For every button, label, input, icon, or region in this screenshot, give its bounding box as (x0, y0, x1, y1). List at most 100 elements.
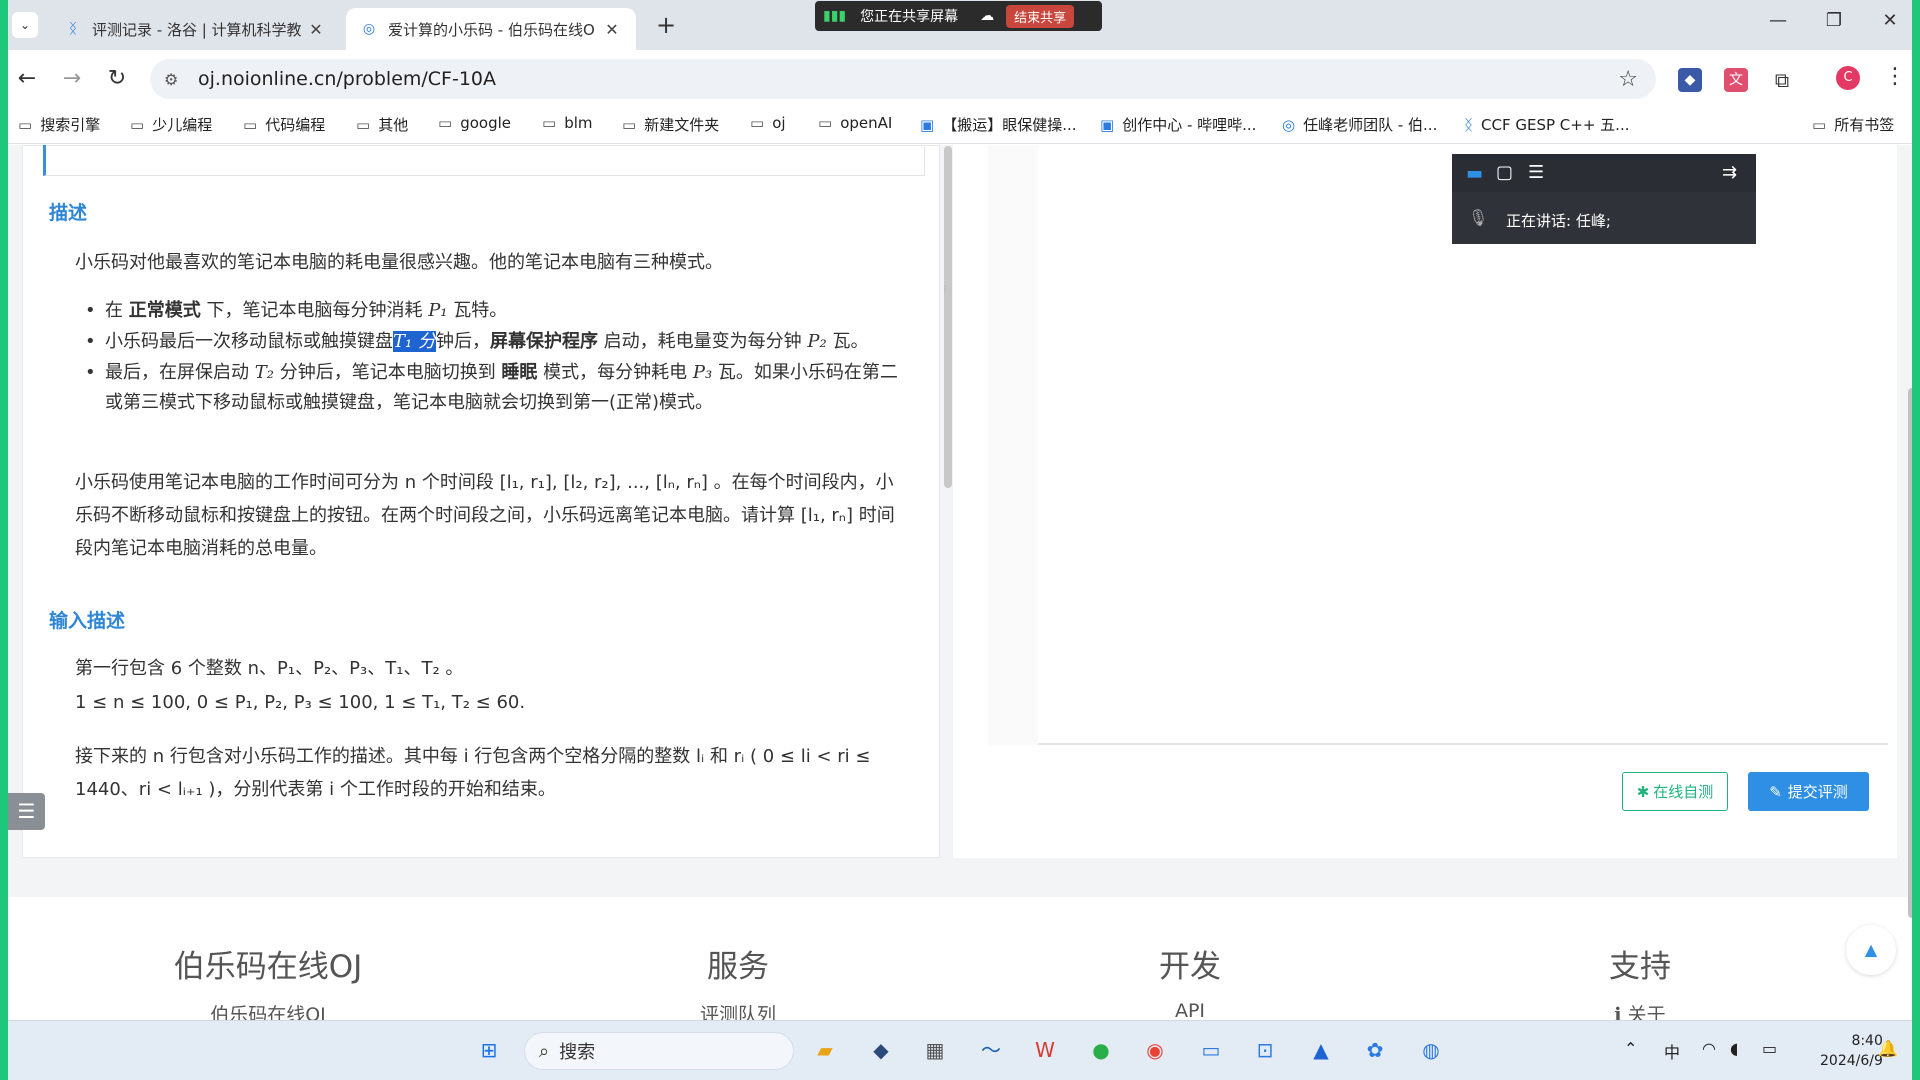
bookmark-link[interactable]: ▣ 【搬运】眼保健操... (920, 114, 1077, 135)
back-to-top-icon[interactable]: ▲ (1846, 925, 1896, 975)
folder-icon: ▭ (542, 114, 557, 132)
windows-start-icon[interactable]: ⊞ (472, 1033, 506, 1067)
bilibili-icon: ▣ (1100, 115, 1115, 134)
bookmark-folder[interactable]: ▭ oj (750, 114, 786, 132)
footer-link[interactable]: API (1080, 1000, 1300, 1020)
chevron-up-icon[interactable]: ⌃ (1624, 1039, 1637, 1058)
footer-column: 开发 API (1080, 941, 1300, 1020)
wps-icon[interactable]: W (1028, 1033, 1062, 1067)
bookmark-folder[interactable]: ▭ 少儿编程 (130, 114, 212, 135)
tab-noionline[interactable]: ◎ 爱计算的小乐码 - 伯乐码在线O ✕ (346, 8, 636, 50)
tab-strip: ⌄ ᛝ 评测记录 - 洛谷 | 计算机科学教 ✕ ◎ 爱计算的小乐码 - 伯乐码… (0, 0, 1920, 50)
input-line-1: 第一行包含 6 个整数 n、P₁、P₂、P₃、T₁、T₂ 。 (75, 658, 464, 679)
window-icon[interactable]: ▢ (1496, 162, 1513, 183)
bookmark-folder[interactable]: ▭ blm (542, 114, 593, 132)
extension-icon[interactable]: ◆ (1678, 68, 1702, 92)
bookmark-link[interactable]: ◎ 任峰老师团队 - 伯... (1282, 114, 1437, 135)
url-text: oj.noionline.cn/problem/CF-10A (198, 68, 497, 90)
notification-bell-icon[interactable]: 🔔 (1878, 1039, 1898, 1058)
browser-toolbar: ← → ↻ ⚙ oj.noionline.cn/problem/CF-10A ☆… (0, 50, 1920, 108)
chrome-icon[interactable]: ◉ (1138, 1033, 1172, 1067)
split-drag-handle[interactable]: ⁞ (943, 284, 951, 333)
close-tab-icon[interactable]: ✕ (306, 20, 326, 39)
folder-icon: ▭ (243, 115, 258, 134)
bookmark-star-icon[interactable]: ☆ (1618, 67, 1638, 92)
taskbar-clock[interactable]: 8:40 2024/6/9 (1820, 1031, 1883, 1071)
app-icon[interactable]: ◍ (1414, 1033, 1448, 1067)
meeting-overlay: ▬ ▢ ☰ ⇉ 🎙 正在讲话: 任峰; (1452, 154, 1756, 244)
volume-icon[interactable]: ◖ (1730, 1039, 1738, 1058)
close-tab-icon[interactable]: ✕ (602, 20, 622, 39)
app-icon[interactable]: ⊡ (1248, 1033, 1282, 1067)
footer-link[interactable]: ℹ 关于 (1530, 1000, 1750, 1020)
file-explorer-icon[interactable]: ▰ (808, 1033, 842, 1067)
minimize-meeting-icon[interactable]: ▬ (1466, 163, 1483, 184)
footer-link[interactable]: 伯乐码在线OJ (158, 1000, 378, 1020)
bookmark-folder[interactable]: ▭ google (438, 114, 511, 132)
battery-icon[interactable]: ▭ (1762, 1039, 1777, 1058)
app-icon[interactable]: 〜 (974, 1033, 1008, 1067)
stop-share-button[interactable]: 结束共享 (1006, 4, 1075, 28)
collapse-icon[interactable]: ⇉ (1722, 162, 1737, 183)
forward-icon[interactable]: → (57, 64, 87, 94)
code-panel: ✱ 在线自测 ✎ 提交评测 (953, 145, 1897, 858)
translate-extension-icon[interactable]: 文 (1724, 68, 1748, 92)
address-bar[interactable]: ⚙ oj.noionline.cn/problem/CF-10A ☆ (150, 59, 1656, 99)
folder-icon: ▭ (438, 114, 453, 132)
calculator-icon[interactable]: ▦ (918, 1033, 952, 1067)
previous-section-box (43, 145, 925, 176)
tab-search-button[interactable]: ⌄ (12, 12, 38, 38)
tab-luogu[interactable]: ᛝ 评测记录 - 洛谷 | 计算机科学教 ✕ (50, 8, 340, 50)
bookmark-folder[interactable]: ▭ openAI (818, 114, 892, 132)
selected-text: T₁ 分 (393, 331, 436, 352)
page-content: 描述 小乐码对他最喜欢的笔记本电脑的耗电量很感兴趣。他的笔记本电脑有三种模式。 … (8, 145, 1912, 1020)
info-icon: ℹ (1614, 1004, 1628, 1020)
profile-avatar[interactable]: C (1836, 66, 1860, 90)
back-icon[interactable]: ← (12, 64, 42, 94)
bilibili-icon: ▣ (920, 115, 935, 134)
bookmark-folder[interactable]: ▭ 其他 (356, 114, 408, 135)
list-icon[interactable]: ☰ (1528, 162, 1544, 183)
folder-icon: ▭ (818, 114, 833, 132)
problem-panel: 描述 小乐码对他最喜欢的笔记本电脑的耗电量很感兴趣。他的笔记本电脑有三种模式。 … (22, 145, 952, 858)
list-item: 在 正常模式 下，笔记本电脑每分钟消耗 P₁ 瓦特。 (75, 296, 905, 326)
editor-gutter (988, 145, 1040, 745)
wifi-icon[interactable]: ◠ (1702, 1039, 1716, 1058)
app-icon[interactable]: ✿ (1358, 1033, 1392, 1067)
screen-share-banner: ▮▮▮ 您正在共享屏幕 ☁ 结束共享 (815, 1, 1102, 31)
folder-icon: ▭ (18, 115, 33, 134)
meeting-controls: ▬ ▢ ☰ ⇉ (1452, 154, 1756, 192)
taskbar-search[interactable]: ⌕ 搜索 (524, 1032, 794, 1070)
bookmark-folder[interactable]: ▭ 新建文件夹 (622, 114, 719, 135)
folder-icon: ▭ (750, 114, 765, 132)
footer-link[interactable]: 评测队列 (628, 1000, 848, 1020)
description-heading: 描述 (49, 202, 88, 224)
bookmark-folder[interactable]: ▭ 搜索引擎 (18, 114, 100, 135)
restore-icon[interactable]: ❐ (1814, 10, 1854, 31)
close-window-icon[interactable]: ✕ (1870, 10, 1910, 31)
toc-list-icon[interactable]: ☰ (8, 793, 45, 830)
menu-dots-icon[interactable]: ⋮ (1884, 64, 1906, 89)
app-icon[interactable]: ◆ (864, 1033, 898, 1067)
bookmark-folder[interactable]: ▭ 代码编程 (243, 114, 325, 135)
page-scrollbar[interactable] (1908, 388, 1916, 918)
reload-icon[interactable]: ↻ (102, 64, 132, 94)
all-bookmarks[interactable]: ▭ 所有书签 (1812, 114, 1894, 135)
app-icon[interactable]: ▲ (1304, 1033, 1338, 1067)
tab-title: 评测记录 - 洛谷 | 计算机科学教 (92, 20, 302, 39)
new-tab-button[interactable]: + (652, 12, 680, 40)
wechat-icon[interactable]: ● (1084, 1033, 1118, 1067)
mode-list: 在 正常模式 下，笔记本电脑每分钟消耗 P₁ 瓦特。 小乐码最后一次移动鼠标或触… (75, 296, 905, 419)
luogu-favicon-icon: ᛝ (68, 21, 78, 37)
footer-column: 支持 ℹ 关于 (1530, 941, 1750, 1020)
ime-indicator[interactable]: 中 (1664, 1039, 1680, 1063)
minimize-icon[interactable]: — (1758, 10, 1798, 31)
bookmark-link[interactable]: ᛝ CCF GESP C++ 五... (1464, 114, 1629, 135)
description-intro: 小乐码对他最喜欢的笔记本电脑的耗电量很感兴趣。他的笔记本电脑有三种模式。 (75, 252, 723, 273)
submit-button[interactable]: ✎ 提交评测 (1748, 772, 1869, 811)
extensions-puzzle-icon[interactable]: ⧉ (1770, 68, 1794, 92)
app-icon[interactable]: ▭ (1194, 1033, 1228, 1067)
bookmark-link[interactable]: ▣ 创作中心 - 哔哩哔... (1100, 114, 1256, 135)
online-test-button[interactable]: ✱ 在线自测 (1622, 772, 1728, 811)
site-info-icon[interactable]: ⚙ (164, 70, 184, 89)
